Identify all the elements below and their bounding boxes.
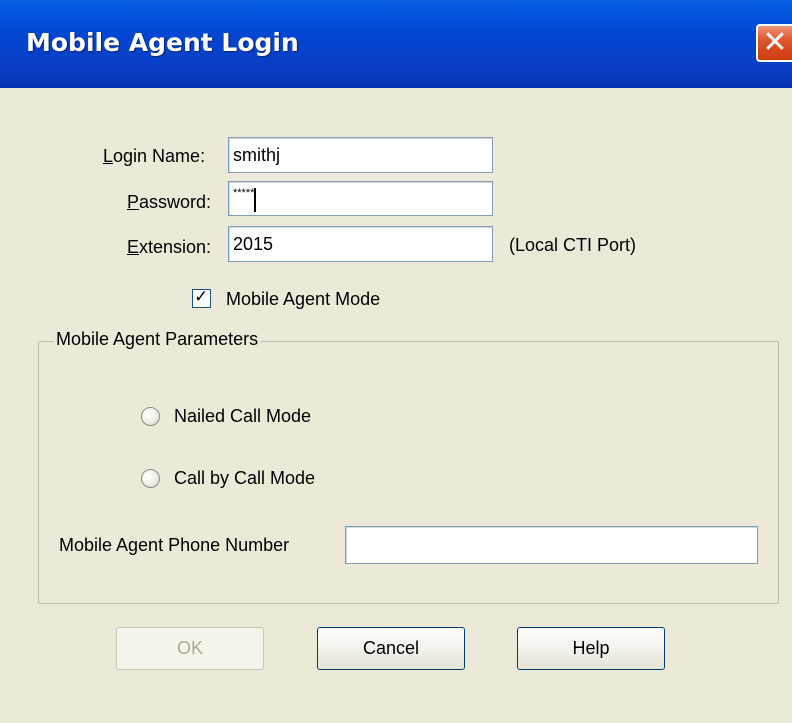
call-by-call-mode-radio[interactable] [141, 469, 160, 488]
window-title: Mobile Agent Login [26, 28, 299, 57]
extension-note: (Local CTI Port) [509, 235, 637, 255]
text-caret [254, 188, 257, 213]
nailed-call-mode-radio[interactable] [141, 407, 160, 426]
nailed-call-mode-label[interactable]: Nailed Call Mode [174, 406, 311, 427]
mobile-agent-mode-checkbox[interactable]: ✓ [192, 287, 211, 308]
group-label: Mobile Agent Parameters [54, 329, 262, 350]
close-icon: ✕ [762, 25, 788, 60]
login-name-label: Login Name: [103, 146, 206, 166]
call-by-call-mode-label[interactable]: Call by Call Mode [174, 468, 315, 489]
password-label: Password: [127, 192, 212, 212]
extension-label: Extension: [127, 237, 212, 257]
checkmark-icon: ✓ [194, 287, 209, 307]
close-button[interactable]: ✕ [756, 24, 792, 62]
phone-number-label: Mobile Agent Phone Number [59, 535, 290, 555]
mobile-agent-mode-label[interactable]: Mobile Agent Mode [226, 289, 380, 310]
help-button[interactable]: Help [517, 627, 665, 670]
cancel-button[interactable]: Cancel [317, 627, 465, 670]
password-input[interactable]: ***** [228, 181, 493, 216]
ok-button[interactable]: OK [116, 627, 264, 670]
title-bar[interactable]: Mobile Agent Login ✕ [0, 0, 792, 88]
extension-input[interactable]: 2015 [228, 226, 493, 262]
login-name-input[interactable]: smithj [228, 137, 493, 173]
phone-number-input[interactable] [345, 526, 758, 564]
